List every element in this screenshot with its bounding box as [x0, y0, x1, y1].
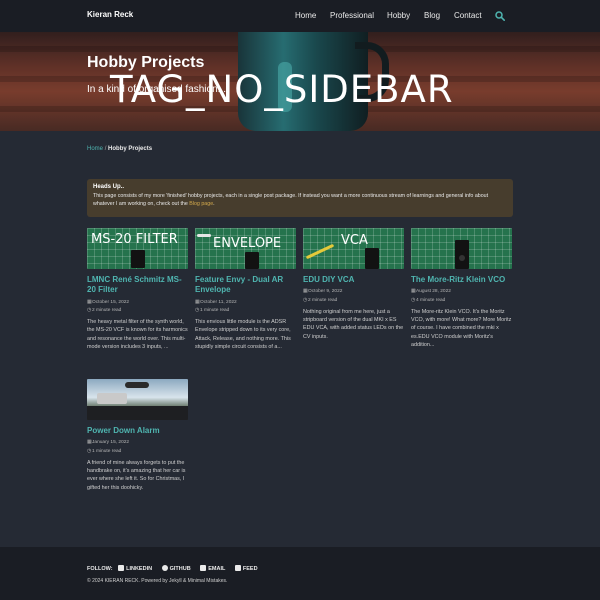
project-thumbnail[interactable] — [411, 228, 512, 269]
project-card: The More-Ritz Klein VCO ▦August 28, 2022… — [411, 228, 512, 350]
project-thumbnail[interactable]: ENVELOPE — [195, 228, 296, 269]
breadcrumb: Home / Hobby Projects — [87, 146, 152, 152]
thumbnail-label: MS-20 FILTER — [91, 232, 178, 247]
thumbnail-module — [131, 250, 145, 268]
github-label: GITHUB — [169, 566, 191, 572]
masthead: Kieran Reck Home Professional Hobby Blog… — [0, 0, 600, 32]
notice-title: Heads Up.. — [93, 184, 125, 190]
copyright-text: © 2024 KIERAN RECK. Powered by Jekyll & … — [87, 578, 228, 584]
notice-text-end: . — [213, 200, 215, 207]
post-meta: ▦October 11, 2022 ◷1 minute read — [195, 299, 296, 315]
page-footer: FOLLOW: LINKEDIN GITHUB EMAIL FEED © 202… — [0, 547, 600, 600]
thumbnail-module — [245, 252, 259, 269]
project-card: Power Down Alarm ▦January 15, 2022 ◷1 mi… — [87, 379, 188, 492]
project-title-link[interactable]: Feature Envy - Dual AR Envelope — [195, 275, 296, 296]
project-title-link[interactable]: LMNC René Schmitz MS-20 Filter — [87, 275, 188, 296]
thumbnail-module — [455, 240, 469, 269]
project-thumbnail[interactable]: VCA — [303, 228, 404, 269]
project-card: ENVELOPE Feature Envy - Dual AR Envelope… — [195, 228, 296, 352]
rss-icon — [234, 565, 241, 571]
project-title-link[interactable]: The More-Ritz Klein VCO — [411, 275, 512, 285]
post-date: August 28, 2022 — [416, 289, 451, 295]
email-label: EMAIL — [208, 566, 226, 572]
github-icon — [161, 565, 168, 571]
follow-label: FOLLOW: — [87, 566, 113, 572]
feed-link[interactable]: FEED — [234, 565, 258, 572]
follow-links: FOLLOW: LINKEDIN GITHUB EMAIL FEED — [87, 565, 266, 572]
post-excerpt: The More-ritz Klein VCO. It's the Moritz… — [411, 308, 512, 349]
thumbnail-wire — [197, 234, 211, 237]
linkedin-label: LINKEDIN — [126, 566, 153, 572]
thumbnail-label: ENVELOPE — [213, 236, 282, 251]
search-icon[interactable] — [495, 11, 505, 21]
notice-text: This page consists of my more 'finished'… — [93, 193, 489, 207]
post-date: January 15, 2022 — [92, 440, 130, 446]
thumbnail-car — [97, 393, 127, 404]
main-nav: Home Professional Hobby Blog Contact — [0, 11, 600, 23]
post-date: October 11, 2022 — [200, 299, 237, 305]
notice-box: Heads Up.. This page consists of my more… — [87, 179, 513, 217]
post-excerpt: A friend of mine always forgets to put t… — [87, 459, 186, 491]
feed-label: FEED — [242, 566, 258, 572]
linkedin-icon — [118, 565, 125, 571]
project-thumbnail[interactable] — [87, 379, 188, 420]
post-date: October 9, 2022 — [308, 289, 343, 295]
post-excerpt: The heavy metal filter of the synth worl… — [87, 319, 188, 351]
thumbnail-mirror — [125, 382, 149, 388]
email-link[interactable]: EMAIL — [200, 565, 226, 572]
nav-item-hobby[interactable]: Hobby — [387, 11, 410, 20]
post-meta: ▦August 28, 2022 ◷4 minute read — [411, 288, 512, 304]
read-time: 1 minute read — [92, 448, 122, 454]
nav-item-contact[interactable]: Contact — [454, 11, 482, 20]
read-time: 4 minute read — [416, 297, 446, 303]
github-link[interactable]: GITHUB — [161, 565, 191, 572]
layout-tag-watermark: TAG_NO_SIDEBAR — [110, 68, 454, 111]
project-card: VCA EDU DIY VCA ▦October 9, 2022 ◷2 minu… — [303, 228, 404, 341]
nav-item-home[interactable]: Home — [295, 11, 316, 20]
breadcrumb-separator: / — [104, 146, 107, 152]
breadcrumb-home-link[interactable]: Home — [87, 146, 103, 152]
breadcrumb-current: Hobby Projects — [108, 146, 153, 152]
thumbnail-knob — [459, 255, 465, 261]
thumbnail-wire — [305, 243, 335, 260]
blog-page-link[interactable]: Blog page — [189, 201, 213, 207]
project-card: MS-20 FILTER LMNC René Schmitz MS-20 Fil… — [87, 228, 188, 352]
post-excerpt: Nothing original from me here, just a st… — [303, 308, 404, 340]
project-thumbnail[interactable]: MS-20 FILTER — [87, 228, 188, 269]
post-date: October 15, 2022 — [92, 299, 130, 305]
post-meta: ▦January 15, 2022 ◷1 minute read — [87, 439, 188, 455]
email-icon — [200, 565, 207, 571]
nav-item-professional[interactable]: Professional — [330, 11, 374, 20]
post-meta: ▦October 9, 2022 ◷2 minute read — [303, 288, 404, 304]
project-title-link[interactable]: EDU DIY VCA — [303, 275, 404, 285]
read-time: 2 minute read — [308, 297, 338, 303]
page-hero: Hobby Projects In a kind of organised fa… — [0, 32, 600, 131]
thumbnail-label: VCA — [341, 233, 368, 248]
nav-item-blog[interactable]: Blog — [424, 11, 440, 20]
read-time: 1 minute read — [200, 307, 230, 313]
notice-body: This page consists of my more 'finished'… — [93, 193, 507, 208]
thumbnail-dashboard — [87, 406, 188, 420]
linkedin-link[interactable]: LINKEDIN — [118, 565, 153, 572]
read-time: 2 minute read — [92, 307, 122, 313]
project-title-link[interactable]: Power Down Alarm — [87, 426, 188, 436]
post-meta: ▦October 15, 2022 ◷2 minute read — [87, 299, 188, 315]
thumbnail-module — [365, 248, 379, 269]
post-excerpt: This envious little module is the ADSR E… — [195, 319, 291, 351]
